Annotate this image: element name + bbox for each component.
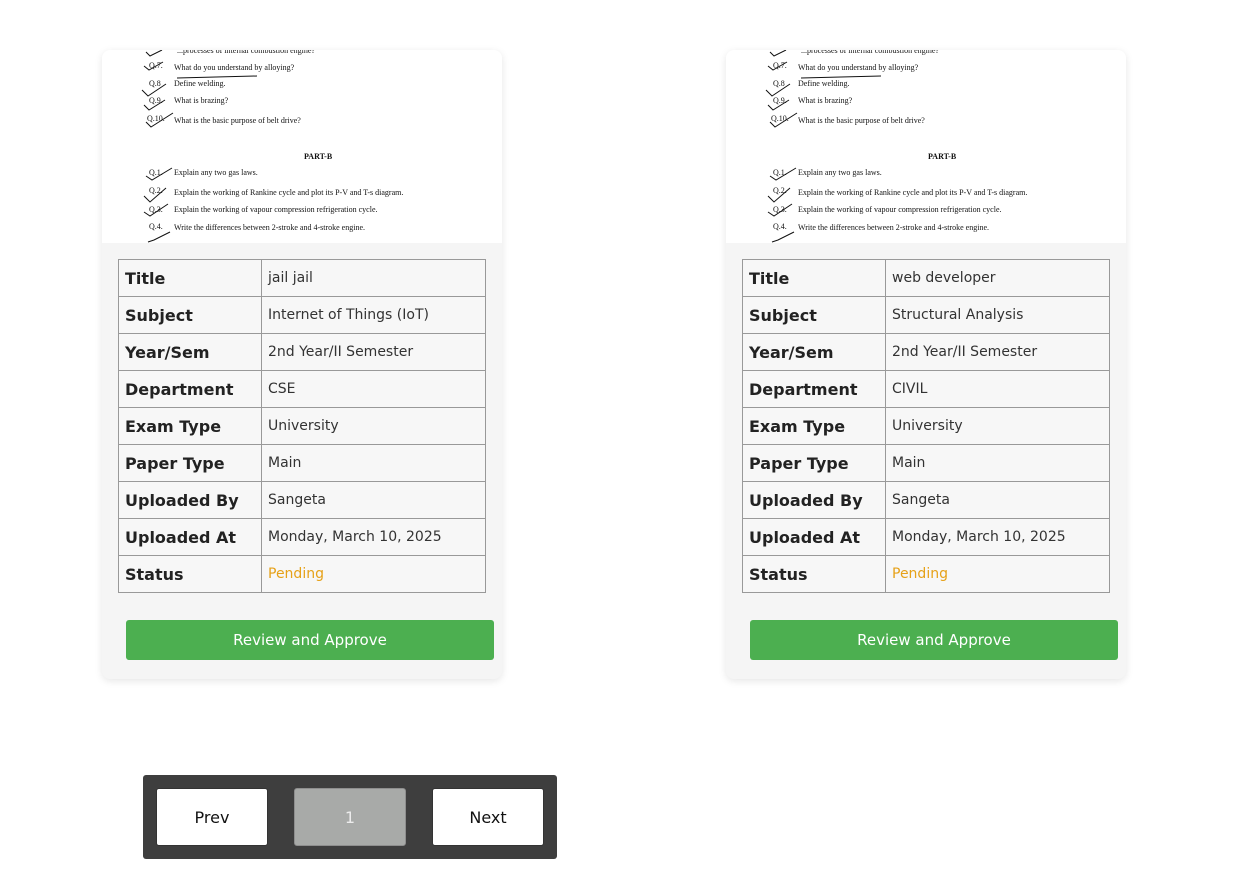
- uploaded-by-label: Uploaded By: [742, 481, 886, 519]
- table-row: Uploaded At Monday, March 10, 2025: [742, 518, 1110, 556]
- table-row: Subject Internet of Things (IoT): [118, 296, 486, 334]
- exam-type-value: University: [885, 407, 1110, 445]
- review-and-approve-button[interactable]: Review and Approve: [126, 620, 494, 660]
- paper-details-table: Title jail jail Subject Internet of Thin…: [118, 259, 486, 593]
- uploaded-at-label: Uploaded At: [118, 518, 262, 556]
- year-sem-value: 2nd Year/II Semester: [261, 333, 486, 371]
- table-row: Subject Structural Analysis: [742, 296, 1110, 334]
- uploaded-at-value: Monday, March 10, 2025: [885, 518, 1110, 556]
- table-row: Exam Type University: [742, 407, 1110, 445]
- table-row: Uploaded By Sangeta: [118, 481, 486, 519]
- paper-type-value: Main: [261, 444, 486, 482]
- department-value: CSE: [261, 370, 486, 408]
- table-row: Year/Sem 2nd Year/II Semester: [742, 333, 1110, 371]
- department-value: CIVIL: [885, 370, 1110, 408]
- title-label: Title: [742, 259, 886, 297]
- table-row: Year/Sem 2nd Year/II Semester: [118, 333, 486, 371]
- table-row: Title jail jail: [118, 259, 486, 297]
- subject-value: Structural Analysis: [885, 296, 1110, 334]
- paper-preview-image[interactable]: ...processes of internal combustion engi…: [726, 50, 1126, 243]
- table-row: Uploaded By Sangeta: [742, 481, 1110, 519]
- exam-type-value: University: [261, 407, 486, 445]
- subject-value: Internet of Things (IoT): [261, 296, 486, 334]
- paper-type-label: Paper Type: [742, 444, 886, 482]
- paper-details-table: Title web developer Subject Structural A…: [742, 259, 1110, 593]
- status-badge: Pending: [885, 555, 1110, 593]
- exam-type-label: Exam Type: [118, 407, 262, 445]
- paper-type-value: Main: [885, 444, 1110, 482]
- status-label: Status: [742, 555, 886, 593]
- table-row: Status Pending: [742, 555, 1110, 593]
- prev-page-button[interactable]: Prev: [156, 788, 268, 846]
- subject-label: Subject: [742, 296, 886, 334]
- table-row: Status Pending: [118, 555, 486, 593]
- next-page-button[interactable]: Next: [432, 788, 544, 846]
- exam-type-label: Exam Type: [742, 407, 886, 445]
- uploaded-at-value: Monday, March 10, 2025: [261, 518, 486, 556]
- status-label: Status: [118, 555, 262, 593]
- department-label: Department: [742, 370, 886, 408]
- table-row: Paper Type Main: [118, 444, 486, 482]
- year-sem-label: Year/Sem: [742, 333, 886, 371]
- title-label: Title: [118, 259, 262, 297]
- table-row: Uploaded At Monday, March 10, 2025: [118, 518, 486, 556]
- current-page-button[interactable]: 1: [294, 788, 406, 846]
- uploaded-by-label: Uploaded By: [118, 481, 262, 519]
- table-row: Title web developer: [742, 259, 1110, 297]
- pagination: Prev 1 Next: [143, 775, 557, 859]
- table-row: Exam Type University: [118, 407, 486, 445]
- paper-type-label: Paper Type: [118, 444, 262, 482]
- paper-preview-image[interactable]: ...processes of internal combustion engi…: [102, 50, 502, 243]
- uploaded-at-label: Uploaded At: [742, 518, 886, 556]
- department-label: Department: [118, 370, 262, 408]
- status-badge: Pending: [261, 555, 486, 593]
- title-value: web developer: [885, 259, 1110, 297]
- table-row: Department CSE: [118, 370, 486, 408]
- title-value: jail jail: [261, 259, 486, 297]
- subject-label: Subject: [118, 296, 262, 334]
- year-sem-value: 2nd Year/II Semester: [885, 333, 1110, 371]
- review-and-approve-button[interactable]: Review and Approve: [750, 620, 1118, 660]
- uploaded-by-value: Sangeta: [261, 481, 486, 519]
- preview-qno: Q.7.: [149, 61, 163, 70]
- question-paper-card: ...processes of internal combustion engi…: [102, 50, 502, 679]
- uploaded-by-value: Sangeta: [885, 481, 1110, 519]
- question-paper-card: ...processes of internal combustion engi…: [726, 50, 1126, 679]
- table-row: Paper Type Main: [742, 444, 1110, 482]
- table-row: Department CIVIL: [742, 370, 1110, 408]
- year-sem-label: Year/Sem: [118, 333, 262, 371]
- page: ...processes of internal combustion engi…: [0, 0, 1238, 873]
